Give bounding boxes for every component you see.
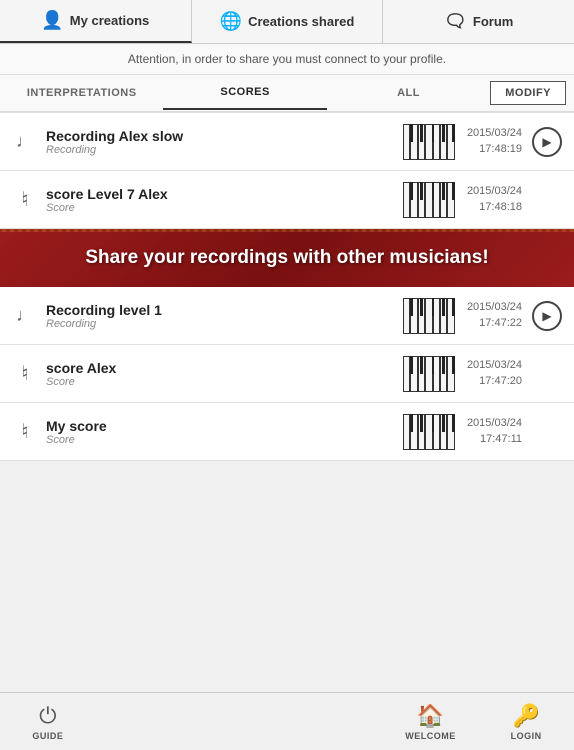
item-date: 2015/03/24 17:47:20 [467,358,522,389]
item-date: 2015/03/24 17:48:18 [467,184,522,215]
item-title: Recording Alex slow [46,128,391,144]
item-text: score Level 7 Alex Score [46,186,391,214]
tab-creations-shared[interactable]: 🌐 Creations shared [192,0,384,43]
score-icon: ♮ [12,361,38,386]
filter-all[interactable]: ALL [327,77,490,109]
list-above-promo: ♩ Recording Alex slow Recording 2015/03/… [0,113,574,229]
item-text: Recording level 1 Recording [46,302,391,330]
chat-icon: 🗨 [444,11,467,32]
welcome-label: WELCOME [405,731,456,741]
item-title: score Level 7 Alex [46,186,391,202]
score-icon: ♮ [12,187,38,212]
piano-thumbnail [403,124,455,160]
piano-thumbnail [403,356,455,392]
bottom-tab-login[interactable]: 🔑 LOGIN [478,703,574,741]
item-date: 2015/03/24 17:47:22 [467,300,522,331]
item-subtitle: Recording [46,144,391,156]
list-below-promo: ♩ Recording level 1 Recording 2015/03/24… [0,287,574,461]
piano-thumbnail [403,182,455,218]
play-button[interactable]: ▶ [532,127,562,157]
user-icon: 👤 [41,10,63,31]
bottom-tab-guide[interactable]: ⏻ GUIDE [0,703,96,741]
filter-tabs: INTERPRETATIONS SCORES ALL MODIFY [0,75,574,113]
bottom-navigation: ⏻ GUIDE 🏠 WELCOME 🔑 LOGIN [0,692,574,750]
attention-bar: Attention, in order to share you must co… [0,44,574,75]
list-item: ♩ Recording level 1 Recording 2015/03/24… [0,287,574,345]
list-item: ♮ My score Score 2015/03/24 17:47:11 [0,403,574,461]
item-text: Recording Alex slow Recording [46,128,391,156]
tab-forum-label: Forum [473,14,513,29]
top-navigation: 👤 My creations 🌐 Creations shared 🗨 Foru… [0,0,574,44]
promo-banner: Share your recordings with other musicia… [0,229,574,287]
note-icon: ♩ [12,131,38,152]
promo-text: Share your recordings with other musicia… [85,247,488,268]
item-text: My score Score [46,418,391,446]
piano-thumbnail [403,414,455,450]
globe-icon: 🌐 [220,11,242,32]
attention-text: Attention, in order to share you must co… [128,52,446,66]
item-title: My score [46,418,391,434]
tab-creations-shared-label: Creations shared [248,14,354,29]
play-button[interactable]: ▶ [532,301,562,331]
note-icon: ♩ [12,305,38,326]
filter-scores[interactable]: SCORES [163,76,326,110]
tab-my-creations-label: My creations [70,13,149,28]
guide-label: GUIDE [32,731,63,741]
home-icon: 🏠 [417,703,444,729]
list-item: ♩ Recording Alex slow Recording 2015/03/… [0,113,574,171]
power-icon: ⏻ [39,703,56,729]
list-item: ♮ score Alex Score 2015/03/24 17:47:20 [0,345,574,403]
modify-button[interactable]: MODIFY [490,81,566,105]
item-subtitle: Recording [46,318,391,330]
login-label: LOGIN [511,731,542,741]
item-date: 2015/03/24 17:48:19 [467,126,522,157]
piano-thumbnail [403,298,455,334]
item-text: score Alex Score [46,360,391,388]
item-subtitle: Score [46,434,391,446]
score-icon: ♮ [12,419,38,444]
item-subtitle: Score [46,376,391,388]
tab-my-creations[interactable]: 👤 My creations [0,0,192,43]
item-title: score Alex [46,360,391,376]
bottom-tab-welcome[interactable]: 🏠 WELCOME [383,703,479,741]
key-icon: 🔑 [512,703,539,729]
item-date: 2015/03/24 17:47:11 [467,416,522,447]
item-subtitle: Score [46,202,391,214]
filter-interpretations[interactable]: INTERPRETATIONS [0,77,163,109]
list-item: ♮ score Level 7 Alex Score 2015/03/24 17… [0,171,574,229]
item-title: Recording level 1 [46,302,391,318]
tab-forum[interactable]: 🗨 Forum [383,0,574,43]
